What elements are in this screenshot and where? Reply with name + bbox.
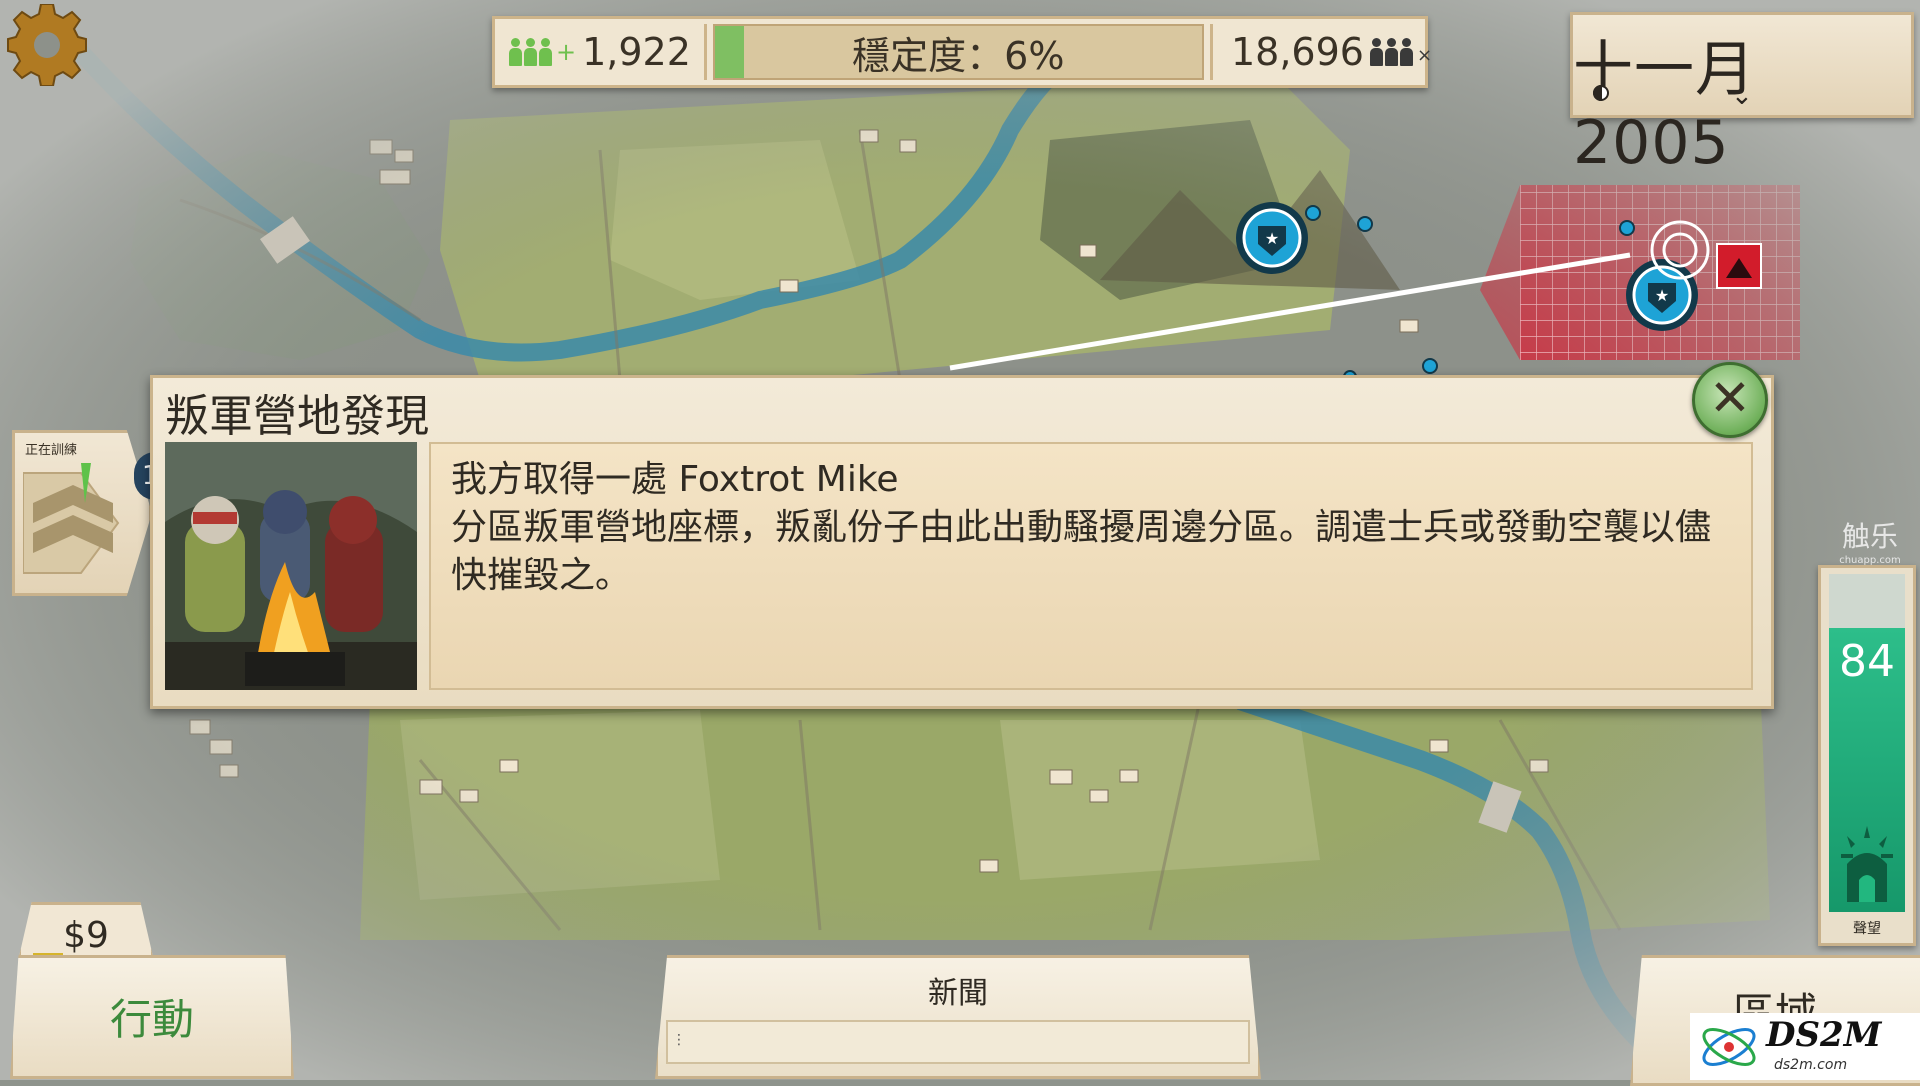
news-panel[interactable]: 新聞 ⋮	[655, 955, 1261, 1079]
reputation-bar: 84	[1829, 574, 1905, 912]
close-button[interactable]: ✕	[1692, 362, 1768, 438]
stability-meter[interactable]: 穩定度：6%	[712, 24, 1204, 80]
rank-chevron-icon	[23, 463, 120, 574]
news-ticker[interactable]: ⋮	[666, 1020, 1250, 1064]
money-tab: $9	[18, 902, 154, 961]
svg-text:★: ★	[1265, 229, 1279, 248]
event-body-line: 分區叛軍營地座標，叛亂份子由此出動騷擾周邊分區。調遣士兵或發動空襲以儘快摧毀之。	[451, 507, 1712, 596]
event-body: 我方取得一處 Foxtrot Mike 分區叛軍營地座標，叛亂份子由此出動騷擾周…	[429, 442, 1753, 690]
reputation-panel[interactable]: 84 聲望	[1818, 565, 1916, 946]
ds2m-watermark: DS2M ds2m.com	[1690, 1013, 1920, 1080]
opponents-counter[interactable]: 18,696 ×	[1210, 24, 1432, 80]
supporters-value: 1,922	[582, 30, 691, 74]
event-dialog: 叛軍營地發現 我方取得一處 Foxtrot Mike 分區叛軍營地座標，叛亂份子…	[150, 375, 1774, 709]
supporters-icon: +	[509, 38, 576, 66]
police-unit-icon[interactable]: ★	[1236, 202, 1308, 274]
status-bar: + 1,922 穩定度：6% 18,696 ×	[492, 16, 1432, 88]
news-label: 新聞	[928, 976, 988, 1011]
training-panel[interactable]: 正在訓練	[12, 430, 152, 596]
rebel-camp-icon[interactable]	[1716, 243, 1762, 289]
rebel-campfire-illustration	[165, 442, 417, 690]
close-icon: ✕	[1709, 369, 1751, 427]
action-button[interactable]: 行動	[10, 955, 294, 1079]
moon-icon	[1593, 85, 1609, 101]
chevron-down-icon[interactable]: ⌄	[1731, 81, 1753, 111]
reputation-value: 84	[1839, 636, 1895, 687]
training-label: 正在訓練	[25, 443, 78, 458]
ds2m-sub: ds2m.com	[1774, 1057, 1848, 1073]
reputation-icon	[1841, 826, 1893, 902]
action-label: 行動	[109, 995, 194, 1044]
ds2m-text: DS2M	[1766, 1015, 1882, 1055]
chuapp-watermark: 触乐 chuapp.com	[1830, 515, 1910, 566]
event-body-line: 我方取得一處 Foxtrot Mike	[451, 459, 899, 500]
event-title: 叛軍營地發現	[165, 391, 429, 442]
opponents-icon: ×	[1369, 38, 1432, 66]
ds2m-logo-icon	[1702, 1028, 1756, 1066]
svg-text:★: ★	[1655, 286, 1669, 305]
reputation-label: 聲望	[1853, 921, 1881, 937]
opponents-value: 18,696	[1231, 30, 1364, 74]
supporters-counter[interactable]: + 1,922	[495, 24, 707, 80]
drag-handle-icon[interactable]: ⋮	[672, 1032, 686, 1048]
stability-fill	[714, 26, 744, 78]
gear-icon[interactable]	[6, 3, 88, 87]
stability-label: 穩定度：6%	[852, 33, 1065, 78]
date-panel[interactable]: 十一月 2005 ⌄	[1570, 12, 1914, 178]
chuapp-text: 触乐	[1841, 520, 1898, 553]
money-value: $9	[63, 915, 109, 956]
